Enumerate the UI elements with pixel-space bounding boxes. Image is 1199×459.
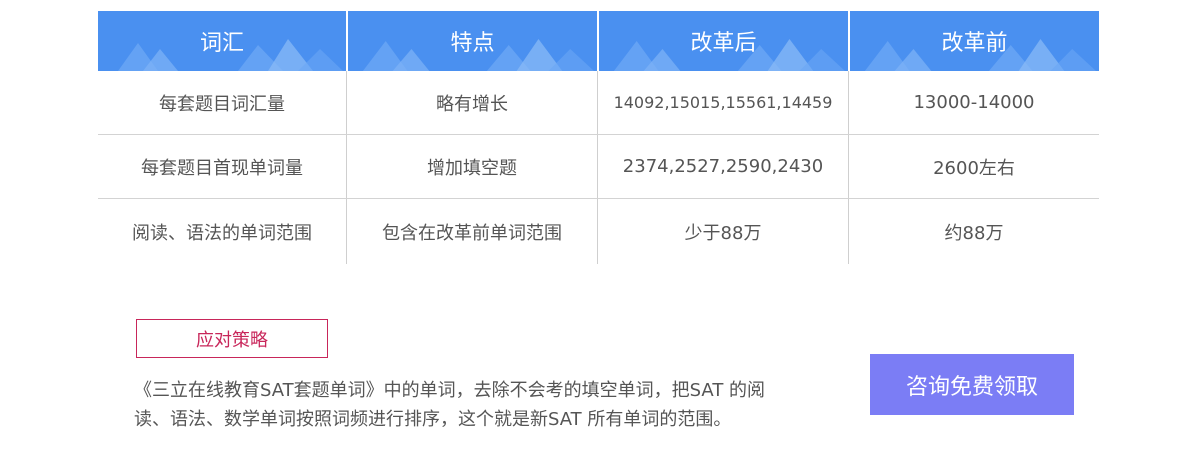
header-label: 特点: [450, 31, 495, 56]
table-row: 每套题目词汇量 略有增长 14092,15015,15561,14459 130…: [98, 71, 1099, 135]
table-cell: 每套题目词汇量: [159, 93, 285, 115]
table-cell: 13000-14000: [848, 71, 1099, 134]
header-label: 改革后: [690, 31, 757, 56]
vocabulary-comparison-table: 词汇 特点 改革后 改革前 每套题目词汇量 略有增长 14092,15015,1…: [98, 11, 1099, 264]
header-cell-vocabulary: 词汇: [98, 11, 346, 71]
table-header: 词汇 特点 改革后 改革前: [98, 11, 1099, 71]
header-label: 词汇: [199, 31, 244, 56]
table-cell: 略有增长: [346, 71, 597, 134]
header-label: 改革前: [941, 31, 1008, 56]
strategy-tag: 应对策略: [136, 319, 328, 358]
description-line: 读、语法、数学单词按照词频进行排序，这个就是新SAT 所有单词的范围。: [134, 409, 732, 430]
table-cell: 2600左右: [848, 135, 1099, 198]
table-cell: 包含在改革前单词范围: [346, 199, 597, 264]
header-cell-before-reform: 改革前: [848, 11, 1099, 71]
table-row: 每套题目首现单词量 增加填空题 2374,2527,2590,2430 2600…: [98, 135, 1099, 199]
table-row: 阅读、语法的单词范围 包含在改革前单词范围 少于88万 约88万: [98, 199, 1099, 264]
consult-free-button[interactable]: 咨询免费领取: [870, 354, 1074, 415]
description-line: 《三立在线教育SAT套题单词》中的单词，去除不会考的填空单词，把SAT 的阅: [134, 380, 766, 401]
table-cell: 少于88万: [597, 199, 848, 264]
strategy-description: 《三立在线教育SAT套题单词》中的单词，去除不会考的填空单词，把SAT 的阅 读…: [134, 376, 854, 434]
header-cell-after-reform: 改革后: [597, 11, 848, 71]
table-cell: 每套题目首现单词量: [141, 157, 303, 179]
table-cell: 阅读、语法的单词范围: [132, 222, 312, 244]
table-cell: 2374,2527,2590,2430: [597, 135, 848, 198]
table-cell: 约88万: [848, 199, 1099, 264]
table-cell: 14092,15015,15561,14459: [597, 71, 848, 134]
header-cell-feature: 特点: [346, 11, 597, 71]
table-cell: 增加填空题: [346, 135, 597, 198]
